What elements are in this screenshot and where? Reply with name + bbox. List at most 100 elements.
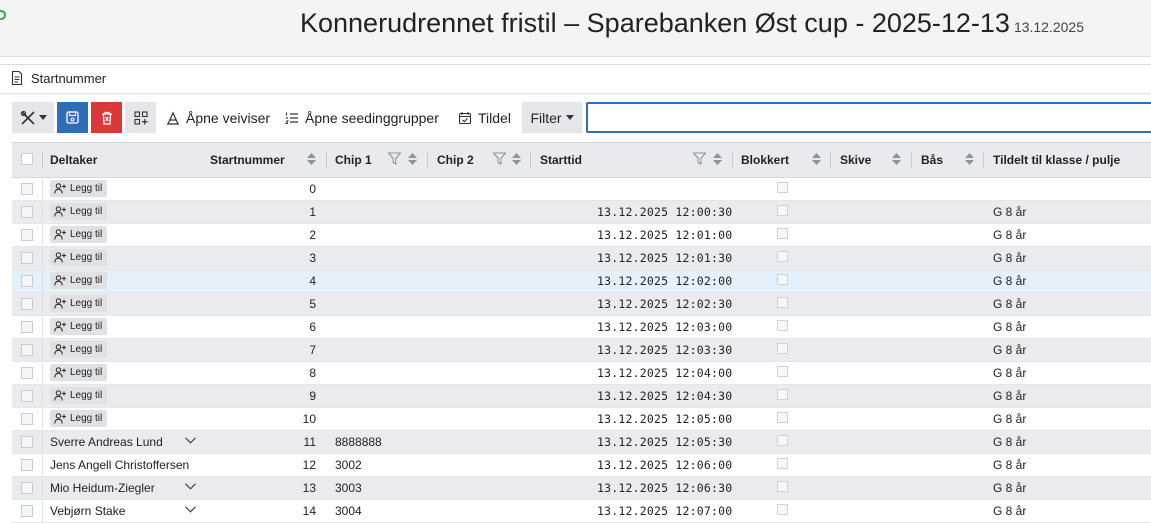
blocked-checkbox[interactable] — [777, 389, 788, 400]
row-checkbox[interactable] — [21, 413, 33, 425]
blocked-checkbox[interactable] — [777, 458, 788, 469]
blocked-checkbox[interactable] — [777, 435, 788, 446]
blocked-checkbox[interactable] — [777, 481, 788, 492]
table-row[interactable]: Legg til 5 13.12.2025 12:02:30 G 8 år — [12, 293, 1151, 316]
column-header-blocked[interactable]: Blokkert — [741, 153, 789, 167]
table-row[interactable]: Legg til 9 13.12.2025 12:04:30 G 8 år — [12, 385, 1151, 408]
add-participant-button[interactable]: Legg til — [50, 249, 108, 266]
column-separator — [42, 201, 43, 223]
column-header-lane[interactable]: Skive — [840, 153, 871, 167]
open-seeding-groups-button[interactable]: Åpne seedinggrupper — [285, 102, 439, 133]
column-header-pen[interactable]: Bås — [921, 153, 943, 167]
add-participant-button[interactable]: Legg til — [50, 226, 108, 243]
table-row[interactable]: Legg til 8 13.12.2025 12:04:00 G 8 år — [12, 362, 1151, 385]
add-participant-button[interactable]: Legg til — [50, 272, 108, 289]
table-row[interactable]: Legg til 6 13.12.2025 12:03:00 G 8 år — [12, 316, 1151, 339]
sort-icon[interactable] — [408, 153, 417, 165]
row-checkbox[interactable] — [21, 298, 33, 310]
assign-label: Tildel — [478, 109, 511, 126]
add-participant-button[interactable]: Legg til — [50, 364, 108, 381]
blocked-checkbox[interactable] — [777, 412, 788, 423]
column-header-assigned-class[interactable]: Tildelt til klasse / pulje — [993, 153, 1120, 167]
row-checkbox[interactable] — [21, 482, 33, 494]
row-checkbox[interactable] — [21, 321, 33, 333]
add-participant-button[interactable]: Legg til — [50, 180, 108, 197]
sort-icon[interactable] — [965, 153, 974, 165]
save-button[interactable] — [57, 102, 88, 133]
tools-icon — [20, 110, 35, 125]
sort-icon[interactable] — [307, 153, 316, 165]
row-checkbox[interactable] — [21, 183, 33, 195]
filter-icon[interactable] — [388, 152, 401, 165]
blocked-checkbox[interactable] — [777, 228, 788, 239]
participant-name[interactable]: Jens Angell Christoffersen — [50, 458, 189, 472]
add-participant-button[interactable]: Legg til — [50, 295, 108, 312]
add-user-icon — [54, 367, 66, 378]
blocked-checkbox[interactable] — [777, 366, 788, 377]
blocked-checkbox[interactable] — [777, 343, 788, 354]
row-checkbox[interactable] — [21, 505, 33, 517]
select-all-checkbox[interactable] — [21, 153, 33, 165]
add-participant-button[interactable]: Legg til — [50, 341, 108, 358]
row-checkbox[interactable] — [21, 275, 33, 287]
assign-button[interactable]: Tildel — [458, 102, 511, 133]
chevron-down-icon[interactable] — [185, 483, 196, 490]
participant-name[interactable]: Sverre Andreas Lund — [50, 435, 163, 449]
filter-dropdown[interactable]: Filter — [522, 102, 582, 133]
sort-icon[interactable] — [892, 153, 901, 165]
chevron-down-icon[interactable] — [185, 437, 196, 444]
sort-icon[interactable] — [512, 153, 521, 165]
table-row[interactable]: Legg til 2 13.12.2025 12:01:00 G 8 år — [12, 224, 1151, 247]
table-row[interactable]: Legg til 10 13.12.2025 12:05:00 G 8 år — [12, 408, 1151, 431]
participant-name[interactable]: Mio Heidum-Ziegler — [50, 481, 155, 495]
blocked-checkbox[interactable] — [777, 504, 788, 515]
blocked-checkbox[interactable] — [777, 320, 788, 331]
add-participant-button[interactable]: Legg til — [50, 318, 108, 335]
row-checkbox[interactable] — [21, 367, 33, 379]
row-checkbox[interactable] — [21, 229, 33, 241]
table-row[interactable]: Legg til 7 13.12.2025 12:03:30 G 8 år — [12, 339, 1151, 362]
row-checkbox[interactable] — [21, 252, 33, 264]
column-header-bib[interactable]: Startnummer — [210, 153, 285, 167]
blocked-checkbox[interactable] — [777, 205, 788, 216]
add-participant-button[interactable]: Legg til — [50, 387, 108, 404]
row-checkbox[interactable] — [21, 206, 33, 218]
sort-icon[interactable] — [713, 153, 722, 165]
column-header-chip1[interactable]: Chip 1 — [335, 153, 372, 167]
blocked-checkbox[interactable] — [777, 297, 788, 308]
table-row[interactable]: Sverre Andreas Lund 11 8888888 13.12.2025 1… — [12, 431, 1151, 454]
table-row[interactable]: Mio Heidum-Ziegler 13 3003 13.12.2025 12:06… — [12, 477, 1151, 500]
table-row[interactable]: Legg til 4 13.12.2025 12:02:00 G 8 år — [12, 270, 1151, 293]
tools-menu-button[interactable] — [12, 102, 54, 133]
filter-icon[interactable] — [693, 152, 706, 165]
column-separator — [42, 500, 43, 522]
add-participant-button[interactable]: Legg til — [50, 410, 108, 427]
delete-button[interactable] — [91, 102, 122, 133]
row-checkbox[interactable] — [21, 390, 33, 402]
table-row[interactable]: Vebjørn Stake 14 3004 13.12.2025 12:07:00 G … — [12, 500, 1151, 523]
filter-icon[interactable] — [493, 152, 506, 165]
chip1-value: 3004 — [335, 504, 362, 518]
row-checkbox[interactable] — [21, 459, 33, 471]
table-row[interactable]: Legg til 1 13.12.2025 12:00:30 G 8 år — [12, 201, 1151, 224]
row-checkbox[interactable] — [21, 344, 33, 356]
column-header-chip2[interactable]: Chip 2 — [437, 153, 474, 167]
start-time-value: 13.12.2025 12:05:00 — [597, 412, 733, 426]
chevron-down-icon[interactable] — [185, 506, 196, 513]
column-header-start-time[interactable]: Starttid — [540, 153, 582, 167]
add-grid-button[interactable] — [125, 102, 156, 133]
table-row[interactable]: Legg til 3 13.12.2025 12:01:30 G 8 år — [12, 247, 1151, 270]
add-participant-button[interactable]: Legg til — [50, 203, 108, 220]
search-input[interactable] — [588, 104, 1151, 131]
blocked-checkbox[interactable] — [777, 182, 788, 193]
table-row[interactable]: Legg til 0 — [12, 178, 1151, 201]
blocked-checkbox[interactable] — [777, 251, 788, 262]
column-header-participant[interactable]: Deltaker — [50, 153, 97, 167]
bib-number: 6 — [309, 320, 316, 334]
blocked-checkbox[interactable] — [777, 274, 788, 285]
table-row[interactable]: Jens Angell Christoffersen 12 3002 13.12.20… — [12, 454, 1151, 477]
participant-name[interactable]: Vebjørn Stake — [50, 504, 125, 518]
open-wizard-button[interactable]: Åpne veiviser — [166, 102, 270, 133]
sort-icon[interactable] — [812, 153, 821, 165]
row-checkbox[interactable] — [21, 436, 33, 448]
